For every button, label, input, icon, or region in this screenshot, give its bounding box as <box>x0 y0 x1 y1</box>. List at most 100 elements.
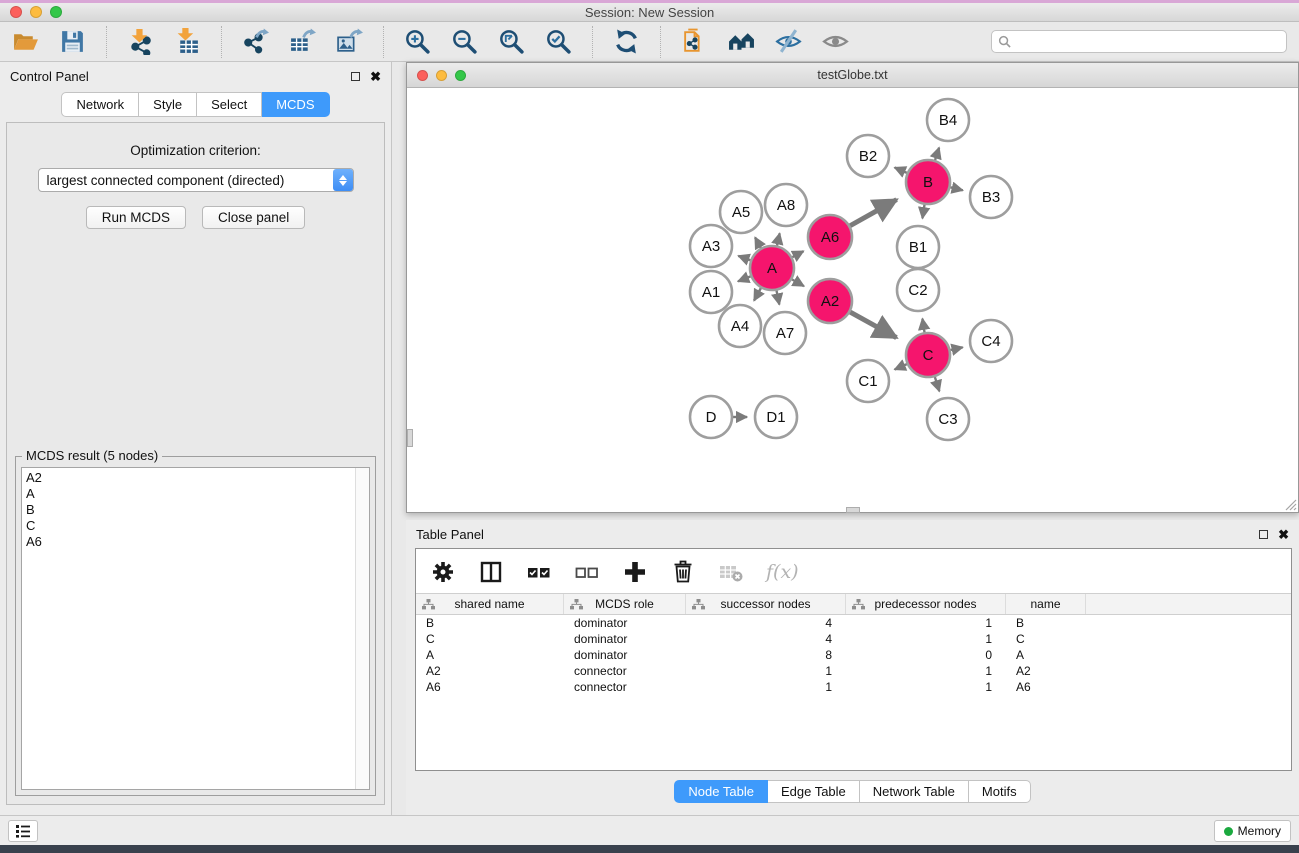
houses-icon[interactable] <box>728 28 755 55</box>
graph-edge[interactable] <box>950 187 962 190</box>
table-panel-content: f(x) shared name MCDS role successor nod… <box>415 548 1292 771</box>
import-network-icon[interactable] <box>127 28 154 55</box>
function-builder-icon: f(x) <box>766 561 799 583</box>
refresh-layout-icon[interactable] <box>613 28 640 55</box>
graph-node-label: A8 <box>777 197 795 214</box>
result-list-scrollbar[interactable] <box>355 468 369 789</box>
column-header-shared-name[interactable]: shared name <box>416 594 564 614</box>
trash-icon[interactable] <box>670 559 696 585</box>
eye-icon[interactable] <box>822 28 849 55</box>
add-column-icon[interactable] <box>622 559 648 585</box>
tab-network[interactable]: Network <box>61 92 139 117</box>
table-row[interactable]: Cdominator41C <box>416 631 1291 647</box>
result-list-item[interactable]: A6 <box>26 534 355 550</box>
network-graph[interactable]: B4B2BB3A8A5A6A3B1AC2A1A2A4A7C4CC1C3DD1 <box>407 88 1298 512</box>
deselect-all-checkboxes-icon[interactable] <box>574 559 600 585</box>
tab-motifs[interactable]: Motifs <box>969 780 1031 803</box>
new-network-from-selection-icon[interactable] <box>681 28 708 55</box>
graph-edge[interactable] <box>935 377 939 391</box>
tab-mcds[interactable]: MCDS <box>262 92 329 117</box>
status-bar: Memory <box>0 815 1299 845</box>
result-list-item[interactable]: B <box>26 502 355 518</box>
graph-edge[interactable] <box>850 312 896 338</box>
table-cell: A6 <box>416 679 564 695</box>
close-panel-button[interactable]: Close panel <box>202 206 305 229</box>
column-header-mcds-role[interactable]: MCDS role <box>564 594 686 614</box>
graph-edge[interactable] <box>922 319 924 333</box>
graph-edge[interactable] <box>850 200 897 226</box>
table-cell: A <box>416 647 564 663</box>
graph-edge[interactable] <box>777 233 780 245</box>
close-panel-icon[interactable]: ✖ <box>370 70 381 83</box>
table-cell: dominator <box>564 615 686 631</box>
column-header-predecessor-nodes[interactable]: predecessor nodes <box>846 594 1006 614</box>
graph-edge[interactable] <box>792 251 803 257</box>
float-panel-icon[interactable] <box>351 72 360 81</box>
optimization-criterion-select[interactable]: largest connected component (directed) <box>38 168 354 192</box>
table-cell: C <box>1006 631 1086 647</box>
optimization-criterion-value: largest connected component (directed) <box>39 173 333 188</box>
task-list-icon <box>15 824 31 838</box>
run-mcds-button[interactable]: Run MCDS <box>86 206 186 229</box>
splitter-handle-left[interactable] <box>407 429 413 447</box>
zoom-selected-icon[interactable] <box>545 28 572 55</box>
zoom-fit-icon[interactable] <box>498 28 525 55</box>
tab-style[interactable]: Style <box>139 92 197 117</box>
column-header-name[interactable]: name <box>1006 594 1086 614</box>
select-all-checkboxes-icon[interactable] <box>526 559 552 585</box>
network-canvas[interactable]: B4B2BB3A8A5A6A3B1AC2A1A2A4A7C4CC1C3DD1 <box>407 88 1298 512</box>
task-history-button[interactable] <box>8 820 38 842</box>
table-row[interactable]: A2connector11A2 <box>416 663 1291 679</box>
table-cell: connector <box>564 679 686 695</box>
search-field[interactable] <box>991 30 1287 53</box>
tab-select[interactable]: Select <box>197 92 262 117</box>
column-header-filler <box>1086 594 1291 614</box>
gear-icon[interactable] <box>430 559 456 585</box>
graph-node-label: A2 <box>821 293 839 310</box>
graph-edge[interactable] <box>922 205 924 219</box>
table-cell: 1 <box>686 663 846 679</box>
graph-edge[interactable] <box>755 237 761 248</box>
split-column-icon[interactable] <box>478 559 504 585</box>
export-table-icon[interactable] <box>289 28 316 55</box>
resize-grip-icon[interactable] <box>1283 497 1297 511</box>
table-row[interactable]: Bdominator41B <box>416 615 1291 631</box>
result-list-item[interactable]: A2 <box>26 470 355 486</box>
zoom-in-icon[interactable] <box>404 28 431 55</box>
graph-edge[interactable] <box>754 288 761 300</box>
graph-edge[interactable] <box>895 168 907 173</box>
graph-edge[interactable] <box>777 291 780 305</box>
graph-edge[interactable] <box>792 279 804 286</box>
table-row[interactable]: Adominator80A <box>416 647 1291 663</box>
result-list-item[interactable]: A <box>26 486 355 502</box>
column-header-successor-nodes[interactable]: successor nodes <box>686 594 846 614</box>
search-input[interactable] <box>1015 35 1280 49</box>
save-session-icon[interactable] <box>59 28 86 55</box>
memory-label: Memory <box>1238 824 1281 838</box>
hide-eye-icon[interactable] <box>775 28 802 55</box>
graph-edge[interactable] <box>738 256 750 260</box>
network-window-titlebar[interactable]: testGlobe.txt <box>407 63 1298 88</box>
memory-button[interactable]: Memory <box>1214 820 1291 842</box>
zoom-out-icon[interactable] <box>451 28 478 55</box>
float-table-panel-icon[interactable] <box>1259 530 1268 539</box>
tab-network-table[interactable]: Network Table <box>860 780 969 803</box>
tab-node-table[interactable]: Node Table <box>674 780 768 803</box>
table-row[interactable]: A6connector11A6 <box>416 679 1291 695</box>
import-table-icon[interactable] <box>174 28 201 55</box>
result-list-item[interactable]: C <box>26 518 355 534</box>
close-table-panel-icon[interactable]: ✖ <box>1278 528 1289 541</box>
open-session-icon[interactable] <box>12 28 39 55</box>
graph-edge[interactable] <box>950 347 962 350</box>
table-cell <box>1086 631 1291 647</box>
table-cell: 1 <box>846 679 1006 695</box>
table-cell: dominator <box>564 647 686 663</box>
graph-edge[interactable] <box>895 364 907 369</box>
graph-edge[interactable] <box>935 148 939 161</box>
export-image-icon[interactable] <box>336 28 363 55</box>
graph-edge[interactable] <box>738 276 751 281</box>
splitter-handle-bottom[interactable] <box>846 507 860 513</box>
tab-edge-table[interactable]: Edge Table <box>768 780 860 803</box>
control-panel-header: Control Panel ✖ <box>0 62 391 90</box>
export-network-icon[interactable] <box>242 28 269 55</box>
